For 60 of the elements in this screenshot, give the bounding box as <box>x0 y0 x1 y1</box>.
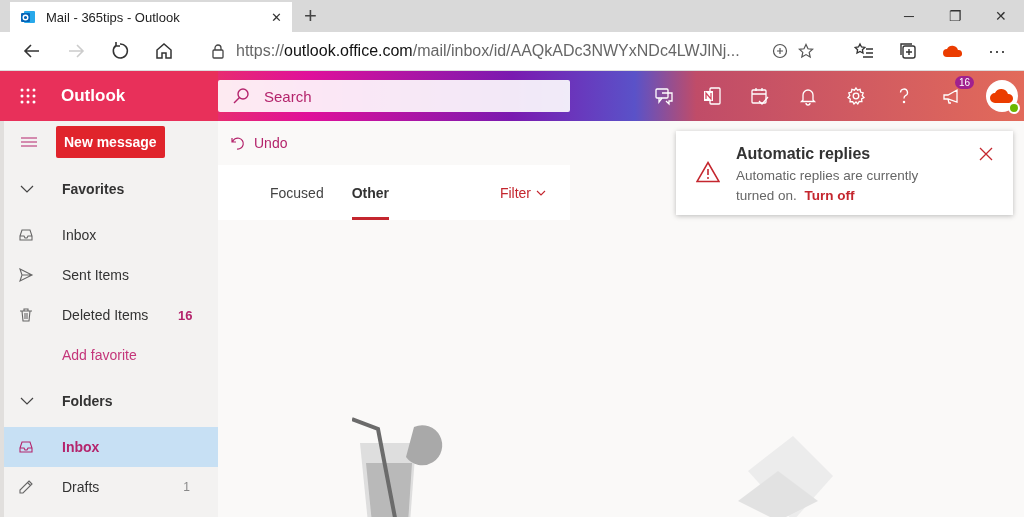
paper-plane-icon <box>18 267 34 283</box>
tray-icon <box>18 439 34 455</box>
pencil-icon <box>18 479 34 495</box>
mail-app-icon <box>20 9 36 25</box>
url-text: https://outlook.office.com/mail/inbox/id/AAQkADc3NWYxNDc4LWJlNj... <box>236 42 741 60</box>
item-count: 1 <box>182 480 190 494</box>
new-tab-button[interactable]: + <box>292 0 329 32</box>
chevron-down-icon <box>536 189 546 196</box>
close-tab-button[interactable]: ✕ <box>271 9 282 25</box>
bell-icon[interactable] <box>798 86 818 106</box>
close-icon[interactable] <box>979 147 993 161</box>
chevron-icon <box>20 397 34 405</box>
pivot-tab[interactable]: Other <box>351 165 390 220</box>
calendar-check-icon[interactable] <box>750 86 770 106</box>
turn-off-link[interactable]: Turn off <box>804 188 855 203</box>
cloud-icon[interactable] <box>942 43 964 59</box>
star-icon[interactable] <box>798 43 814 59</box>
undo-button[interactable]: Undo <box>230 135 288 151</box>
search-field[interactable]: Search <box>218 80 570 112</box>
folder-item[interactable]: Inbox <box>4 427 218 467</box>
folder-item[interactable]: Inbox <box>4 215 218 255</box>
pivot-tab[interactable]: Focused <box>270 165 324 220</box>
browser-tab[interactable]: Mail - 365tips - Outlook ✕ <box>10 2 292 32</box>
collections-icon[interactable] <box>898 41 918 61</box>
window-button[interactable]: ✕ <box>978 0 1024 32</box>
tray-icon <box>18 227 34 243</box>
app-launcher-icon[interactable] <box>19 87 37 105</box>
favorites-list-icon[interactable] <box>854 41 874 61</box>
notification-badge: 16 <box>955 76 975 89</box>
folder-item[interactable]: Sent Items <box>4 255 218 295</box>
chevron-icon <box>20 185 34 193</box>
trash-icon <box>18 307 34 323</box>
search-icon <box>232 87 250 105</box>
window-button[interactable]: ❐ <box>932 0 978 32</box>
toast-title: Automatic replies <box>736 145 872 163</box>
section-header[interactable]: Folders <box>4 375 218 427</box>
filter-button[interactable]: Filter <box>499 184 546 201</box>
window-button[interactable]: ─ <box>886 0 932 32</box>
new-message-button[interactable]: New message <box>56 126 165 158</box>
home-icon[interactable] <box>154 41 174 61</box>
section-header[interactable]: Favorites <box>4 163 218 215</box>
chat-icon[interactable] <box>654 86 674 106</box>
item-count: 16 <box>178 307 193 323</box>
lock-icon <box>210 43 226 59</box>
settings-icon[interactable] <box>846 86 866 106</box>
address-field[interactable]: https://outlook.office.com/mail/inbox/id/AAQkADc3NWYxNDc4LWJlNj... <box>198 36 826 66</box>
app-name[interactable]: Outlook <box>61 86 126 106</box>
account-avatar[interactable] <box>986 80 1018 112</box>
add-circle-icon[interactable] <box>772 43 788 59</box>
tab-title: Mail - 365tips - Outlook <box>46 9 181 25</box>
more-button[interactable]: ··· <box>988 40 1006 62</box>
add-favorite-link[interactable]: Add favorite <box>62 347 137 363</box>
refresh-icon[interactable] <box>110 41 130 61</box>
folder-item[interactable]: Drafts 1 <box>4 467 218 507</box>
folder-item[interactable]: Deleted Items 16 <box>4 295 218 335</box>
notebook-icon[interactable] <box>702 86 722 106</box>
cloud-logo-icon <box>989 87 1015 105</box>
warning-icon <box>696 161 720 183</box>
undo-icon <box>230 135 246 151</box>
toast-message: Automatic replies are currently turned on. Turn off <box>736 167 920 205</box>
